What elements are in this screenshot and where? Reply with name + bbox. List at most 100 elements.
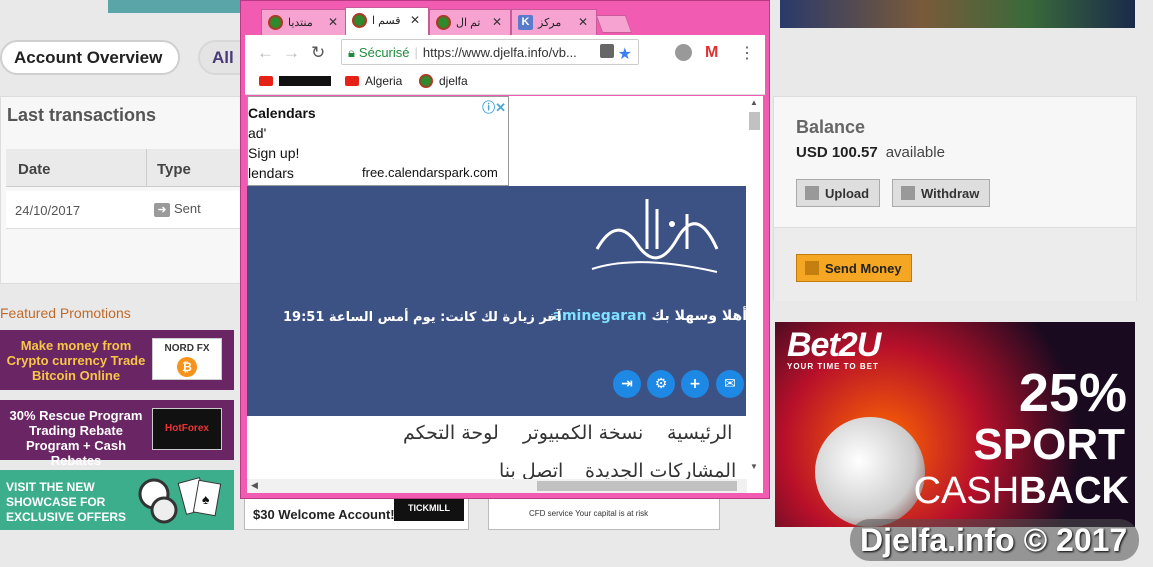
ad-line: Sign up! — [248, 145, 300, 161]
chat-bubbles-icon[interactable]: ✉ — [716, 370, 744, 398]
close-tab-icon[interactable]: ✕ — [578, 15, 588, 29]
scroll-down-arrow-icon[interactable]: ▼ — [750, 462, 758, 471]
balance-amount: USD 100.57 available — [796, 144, 945, 161]
back-word: BACK — [1019, 470, 1129, 512]
djelfa-favicon-icon — [436, 15, 451, 30]
column-header-type[interactable]: Type — [146, 149, 191, 187]
ad-info-close-icon[interactable]: ⓘ✕ — [482, 97, 506, 116]
row-type: ➜ Sent — [154, 201, 201, 217]
promo-text: Make money from Crypto currency Trade Bi… — [6, 338, 146, 383]
horizontal-scroll-thumb[interactable] — [537, 481, 737, 491]
row-type-label: Sent — [174, 201, 201, 216]
secure-label: Sécurisé — [358, 45, 410, 60]
balance-available-label: available — [885, 144, 945, 161]
back-arrow-icon[interactable]: ← — [257, 43, 274, 63]
casino-chips-cards-icon: ♠ — [138, 477, 222, 524]
promo-banner-hotforex[interactable]: 30% Rescue Program Trading Rebate Progra… — [0, 400, 234, 468]
send-arrow-icon — [805, 261, 819, 275]
promo-banner-showcase[interactable]: VISIT THE NEW SHOWCASE FOR EXCLUSIVE OFF… — [0, 470, 234, 530]
browser-tab-2[interactable]: قسم ا ✕ — [345, 7, 429, 35]
upload-icon — [805, 186, 819, 200]
close-tab-icon[interactable]: ✕ — [492, 15, 502, 29]
browser-window: منتديا ✕ قسم ا ✕ تم ال ✕ K مركز ✕ ← → ↻ … — [240, 0, 770, 499]
welcome-message: أهلا وسهلا بك aminegaran. — [547, 308, 747, 324]
last-visit-text: آخر زيارة لك كانت: يوم أمس الساعة 19:51 — [283, 310, 562, 325]
bookmark-algeria[interactable]: Algeria — [345, 74, 402, 88]
tab-title: منتديا — [288, 17, 313, 29]
k-favicon-icon: K — [518, 15, 533, 30]
ad-line: Calendars — [248, 105, 316, 121]
bet-cashback-text: CASHBACK — [914, 470, 1129, 513]
username-link[interactable]: aminegaran — [553, 308, 647, 324]
forward-arrow-icon[interactable]: → — [283, 43, 300, 63]
settings-gear-icon[interactable]: ⚙ — [647, 370, 675, 398]
top-banner-image — [780, 0, 1135, 28]
tab-strip: منتديا ✕ قسم ا ✕ تم ال ✕ K مركز ✕ — [245, 5, 765, 35]
send-money-section: Send Money — [774, 227, 1136, 301]
bookmark-djelfa[interactable]: djelfa — [419, 74, 468, 88]
close-tab-icon[interactable]: ✕ — [328, 15, 338, 29]
promo-banner-crypto[interactable]: Make money from Crypto currency Trade Bi… — [0, 330, 234, 390]
row-date: 24/10/2017 — [15, 203, 81, 218]
reload-icon[interactable]: ↻ — [311, 43, 325, 63]
address-bar[interactable]: 🔒︎ Sécurisé | https://www.djelfa.info/vb...… — [341, 39, 639, 65]
nav-link-control-panel[interactable]: لوحة التحكم — [403, 422, 499, 444]
last-transactions-title: Last transactions — [7, 105, 157, 125]
browser-toolbar: ← → ↻ 🔒︎ Sécurisé | https://www.djelfa.info… — [245, 35, 765, 69]
withdraw-button[interactable]: Withdraw — [892, 179, 991, 207]
gmail-icon[interactable]: M — [705, 44, 722, 61]
new-tab-button[interactable] — [595, 15, 633, 33]
nav-link-desktop-version[interactable]: نسخة الكمبيوتر — [523, 422, 643, 444]
balance-title: Balance — [796, 117, 866, 137]
cfd-ad-text: CFD service Your capital is at risk — [529, 509, 649, 518]
table-header: Date Type — [6, 149, 246, 187]
djelfa-forum-logo — [591, 199, 719, 273]
svg-text:♠: ♠ — [202, 491, 210, 507]
calendars-ad[interactable]: Calendars ad' Sign up! lendars free.cale… — [247, 96, 509, 186]
translate-icon[interactable] — [600, 44, 614, 58]
add-user-icon[interactable]: + — [681, 370, 709, 398]
logout-icon[interactable]: ⇥ — [613, 370, 641, 398]
tab-title: قسم ا — [372, 15, 401, 27]
scroll-up-arrow-icon[interactable]: ▲ — [750, 98, 758, 107]
djelfa-favicon-icon — [419, 74, 433, 88]
kebab-menu-icon[interactable]: ⋮ — [739, 43, 755, 63]
browser-tab-4[interactable]: K مركز ✕ — [511, 9, 597, 35]
browser-tab-1[interactable]: منتديا ✕ — [261, 9, 347, 35]
scroll-left-arrow-icon[interactable]: ◀ — [251, 480, 258, 491]
browser-tab-3[interactable]: تم ال ✕ — [429, 9, 511, 35]
upload-label: Upload — [825, 186, 870, 201]
column-header-date[interactable]: Date — [18, 161, 51, 178]
youtube-icon — [259, 76, 273, 86]
promo-text: VISIT THE NEW SHOWCASE FOR EXCLUSIVE OFF… — [6, 480, 127, 524]
featured-promotions-title: Featured Promotions — [0, 305, 131, 321]
bookmark-star-icon[interactable]: ★ — [618, 44, 632, 64]
ad-line: ad' — [248, 125, 267, 141]
upload-button[interactable]: Upload — [796, 179, 881, 207]
close-tab-icon[interactable]: ✕ — [410, 13, 420, 27]
vertical-scrollbar[interactable]: ▲ ▼ — [746, 96, 763, 493]
extension-icon[interactable] — [675, 44, 692, 61]
tab-title: مركز — [538, 17, 562, 29]
table-row[interactable]: 24/10/2017 ➜ Sent — [6, 191, 246, 229]
lock-icon: 🔒︎ — [348, 45, 355, 60]
horizontal-scrollbar[interactable]: ◀ — [247, 479, 747, 493]
sent-arrow-icon: ➜ — [154, 203, 170, 217]
bet2u-logo: Bet2U — [787, 326, 881, 364]
send-money-label: Send Money — [825, 261, 902, 276]
bet-sport-text: SPORT — [973, 420, 1125, 469]
nav-link-home[interactable]: الرئيسية — [667, 422, 732, 444]
vertical-scroll-thumb[interactable] — [749, 112, 760, 130]
bookmark-redacted[interactable] — [259, 74, 331, 88]
balance-value: USD 100.57 — [796, 144, 878, 161]
djelfa-watermark: Djelfa.info © 2017 — [850, 519, 1139, 561]
bet2u-ad[interactable]: Bet2U YOUR TIME TO BET 25% SPORT CASHBAC… — [775, 322, 1135, 527]
tab-account-overview[interactable]: Account Overview — [0, 40, 180, 75]
page-viewport: Calendars ad' Sign up! lendars free.cale… — [247, 96, 747, 493]
cash-word: CASH — [913, 470, 1020, 512]
promo-text: 30% Rescue Program Trading Rebate Progra… — [9, 408, 143, 468]
bookmarks-bar: Algeria djelfa — [245, 69, 765, 95]
bet2u-tagline: YOUR TIME TO BET — [787, 362, 879, 371]
send-money-button[interactable]: Send Money — [796, 254, 912, 282]
bitcoin-icon: ₿ — [177, 357, 197, 377]
